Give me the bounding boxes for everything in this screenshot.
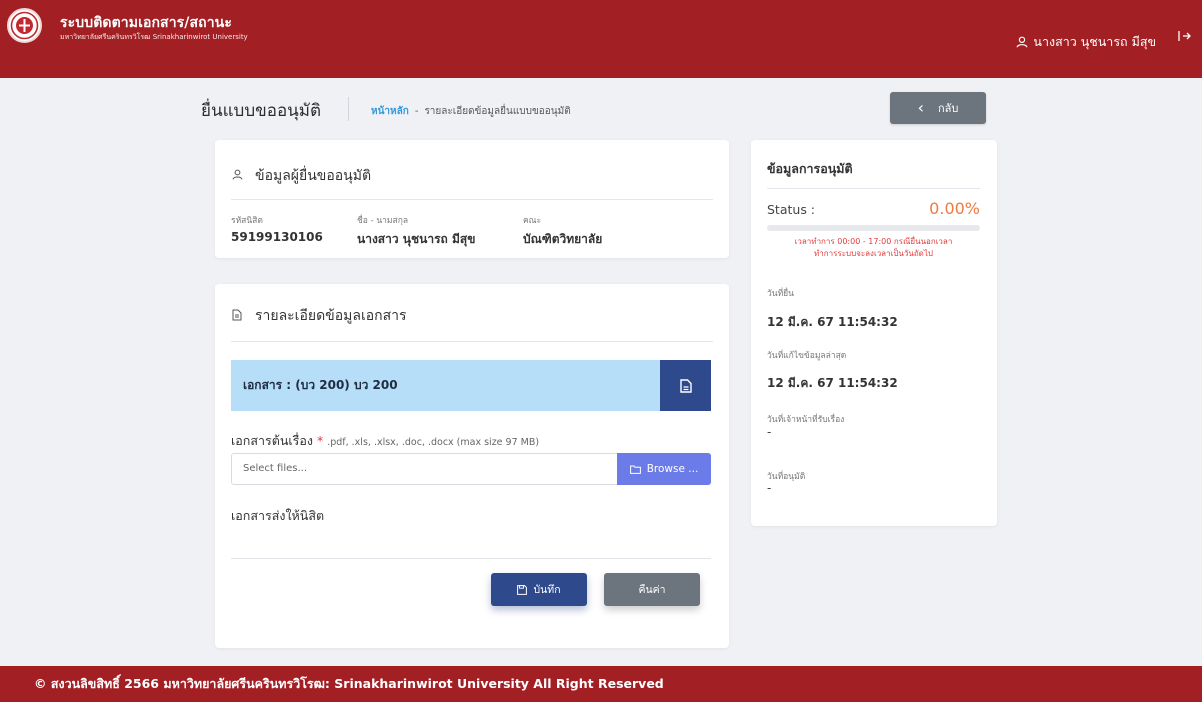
office-hours-notice: เวลาทำการ 00:00 - 17:00 กรณียื่นนอกเวลา … — [767, 236, 980, 259]
copyright-text: © สงวนลิขสิทธิ์ 2566 มหาวิทยาลัยศรีนคริน… — [34, 676, 664, 691]
user-menu[interactable]: นางสาว นุชนารถ มีสุข — [1016, 32, 1156, 52]
approval-divider — [767, 188, 980, 189]
updated-date-label: วันที่แก้ไขข้อมูลล่าสุด — [767, 351, 847, 361]
notice-line-1: เวลาทำการ 00:00 - 17:00 กรณียื่นนอกเวลา — [794, 237, 953, 246]
university-seal-icon[interactable] — [7, 8, 42, 43]
submitted-date-value: 12 มี.ค. 67 11:54:32 — [767, 315, 898, 329]
notice-line-2: ทำการระบบจะลงเวลาเป็นวันถัดไป — [814, 248, 933, 258]
student-id-label: รหัสนิสิต — [231, 216, 263, 226]
reset-label: คืนค่า — [638, 584, 666, 596]
save-icon — [517, 584, 528, 595]
submitted-date-label: วันที่ยื่น — [767, 289, 794, 299]
document-title: เอกสาร : (บว 200) บว 200 — [243, 378, 398, 392]
upload-label: เอกสารต้นเรื่อง * .pdf, .xls, .xlsx, .do… — [231, 431, 539, 451]
student-id-field: รหัสนิสิต 59199130106 — [231, 213, 323, 244]
received-date-label: วันที่เจ้าหน้าที่รับเรื่อง — [767, 415, 845, 425]
approved-date-value: - — [767, 481, 772, 495]
folder-icon — [629, 465, 641, 474]
form-divider — [231, 558, 711, 559]
upload-label-text: เอกสารต้นเรื่อง — [231, 433, 313, 448]
status-progress-bar — [767, 225, 980, 231]
full-name-value: นางสาว นุชนารถ มีสุข — [357, 232, 476, 246]
browse-label: Browse ... — [646, 463, 699, 475]
faculty-value: บัณฑิตวิทยาลัย — [523, 232, 603, 246]
save-label: บันทึก — [533, 584, 561, 596]
full-name-label: ชื่อ - นามสกุล — [357, 216, 409, 226]
faculty-field: คณะ บัณฑิตวิทยาลัย — [523, 213, 602, 249]
chevron-left-icon: ‹ — [917, 98, 924, 117]
file-icon — [679, 378, 692, 393]
updated-date-value: 12 มี.ค. 67 11:54:32 — [767, 376, 898, 390]
page-title: ยื่นแบบขออนุมัติ — [201, 101, 322, 121]
applicant-card: ข้อมูลผู้ยื่นขออนุมัติ รหัสนิสิต 5919913… — [215, 140, 729, 258]
approval-card: ข้อมูลการอนุมัติ Status : 0.00% เวลาทำกา… — [751, 140, 997, 526]
student-id-value: 59199130106 — [231, 230, 323, 244]
user-icon — [231, 169, 243, 183]
save-button[interactable]: บันทึก — [491, 573, 587, 606]
document-icon — [231, 309, 243, 324]
app-title[interactable]: ระบบติดตามเอกสาร/สถานะ — [60, 12, 232, 34]
status-value: 0.00% — [929, 199, 980, 218]
back-button[interactable]: ‹ กลับ — [890, 92, 986, 124]
reset-button[interactable]: คืนค่า — [604, 573, 700, 606]
user-name: นางสาว นุชนารถ มีสุข — [1033, 34, 1156, 49]
upload-hint: .pdf, .xls, .xlsx, .doc, .docx (max size… — [327, 437, 540, 448]
faculty-label: คณะ — [523, 216, 542, 226]
browse-button[interactable]: Browse ... — [617, 453, 711, 485]
app-subtitle: มหาวิทยาลัยศรีนครินทรวิโรฒ Srinakharinwi… — [60, 33, 248, 41]
title-divider — [348, 97, 349, 121]
required-mark: * — [316, 433, 324, 448]
approved-date-label: วันที่อนุมัติ — [767, 472, 806, 482]
applicant-heading: ข้อมูลผู้ยื่นขออนุมัติ — [255, 168, 372, 184]
applicant-card-header: ข้อมูลผู้ยื่นขออนุมัติ — [231, 165, 713, 200]
breadcrumb-current: รายละเอียดข้อมูลยื่นแบบขออนุมัติ — [424, 106, 571, 117]
footer: © สงวนลิขสิทธิ์ 2566 มหาวิทยาลัยศรีนคริน… — [0, 666, 1202, 702]
approval-heading: ข้อมูลการอนุมัติ — [767, 161, 853, 176]
document-card: รายละเอียดข้อมูลเอกสาร เอกสาร : (บว 200)… — [215, 284, 729, 648]
document-card-header: รายละเอียดข้อมูลเอกสาร — [231, 305, 713, 342]
logout-icon[interactable] — [1178, 30, 1192, 46]
view-document-button[interactable] — [660, 360, 711, 411]
breadcrumb-separator: - — [414, 106, 419, 117]
top-navbar: ระบบติดตามเอกสาร/สถานะ มหาวิทยาลัยศรีนคร… — [0, 0, 1202, 78]
breadcrumb-home-link[interactable]: หน้าหลัก — [371, 106, 409, 117]
document-heading: รายละเอียดข้อมูลเอกสาร — [255, 308, 407, 324]
file-select-input[interactable]: Select files... Browse ... — [231, 453, 711, 485]
breadcrumb: หน้าหลัก - รายละเอียดข้อมูลยื่นแบบขออนุมัต… — [371, 104, 571, 119]
received-date-value: - — [767, 425, 772, 439]
document-title-bar: เอกสาร : (บว 200) บว 200 — [231, 360, 711, 411]
back-button-label: กลับ — [938, 102, 959, 115]
full-name-field: ชื่อ - นามสกุล นางสาว นุชนารถ มีสุข — [357, 213, 475, 249]
file-select-placeholder: Select files... — [243, 463, 308, 474]
status-label: Status : — [767, 202, 816, 217]
user-icon — [1017, 36, 1028, 48]
sent-documents-label: เอกสารส่งให้นิสิต — [231, 508, 325, 523]
